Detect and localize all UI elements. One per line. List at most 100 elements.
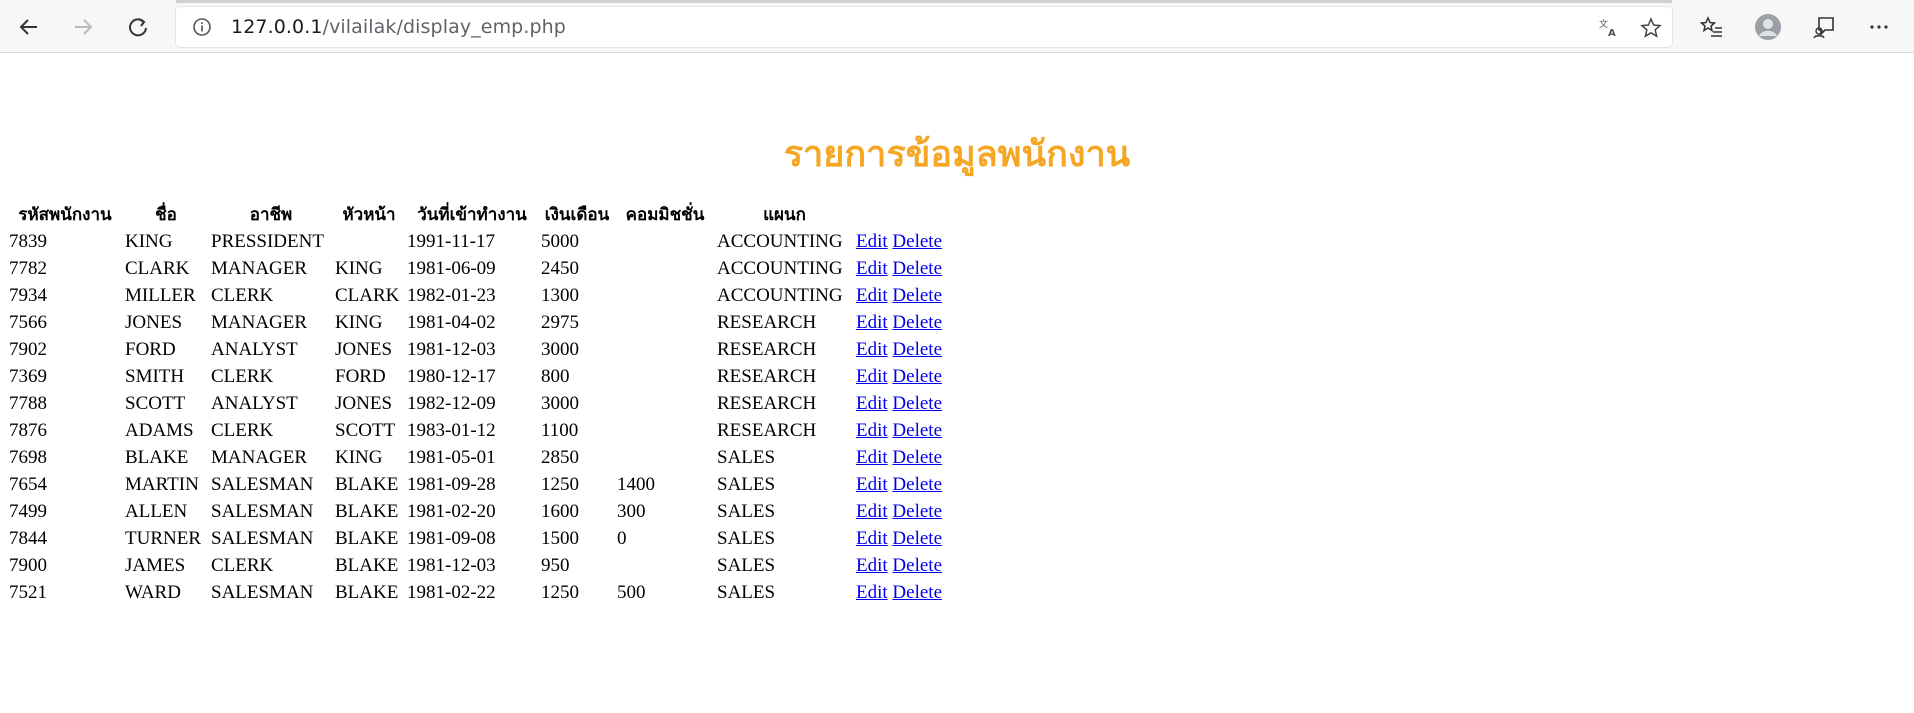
delete-link[interactable]: Delete	[892, 528, 942, 549]
cell-job: SALESMAN	[211, 581, 314, 603]
edit-link[interactable]: Edit	[856, 555, 888, 576]
cell-salary: 2450	[541, 257, 579, 279]
profile-button[interactable]	[1751, 10, 1785, 44]
cell-hire-date: 1981-09-28	[407, 473, 496, 495]
cell-actions: Edit Delete	[855, 390, 943, 417]
cell-commission: 0	[617, 527, 627, 549]
cell-job: CLERK	[211, 419, 274, 441]
cell-salary: 1300	[541, 284, 579, 306]
forward-button[interactable]	[66, 10, 100, 44]
cell-commission	[616, 282, 714, 309]
cell-commission	[616, 552, 714, 579]
delete-link[interactable]: Delete	[892, 312, 942, 333]
cell-commission	[616, 255, 714, 282]
cell-salary: 950	[541, 554, 570, 576]
cell-hire-date: 1981-09-08	[407, 527, 496, 549]
cell-manager: BLAKE	[335, 500, 399, 522]
header-emp-id: รหัสพนักงาน	[18, 205, 112, 225]
edit-link[interactable]: Edit	[856, 231, 888, 252]
more-icon	[1870, 25, 1888, 29]
header-manager: หัวหน้า	[342, 205, 396, 225]
favorites-button[interactable]	[1695, 10, 1729, 44]
edit-link[interactable]: Edit	[856, 366, 888, 387]
cell-job: CLERK	[211, 554, 274, 576]
cell-hire-date: 1981-12-03	[407, 338, 496, 360]
edit-link[interactable]: Edit	[856, 582, 888, 603]
cell-actions: Edit Delete	[855, 525, 943, 552]
header-salary: เงินเดือน	[544, 205, 610, 225]
cell-manager: BLAKE	[335, 527, 399, 549]
table-row: 7788 SCOTT ANALYST JONES 1982-12-09 3000 RESEA…	[8, 390, 943, 417]
edit-link[interactable]: Edit	[856, 393, 888, 414]
url-text[interactable]: 127.0.0.1/vilailak/display_emp.php	[231, 16, 566, 38]
edit-link[interactable]: Edit	[856, 285, 888, 306]
edit-link[interactable]: Edit	[856, 420, 888, 441]
cell-hire-date: 1981-06-09	[407, 257, 496, 279]
cell-salary: 5000	[541, 230, 579, 252]
url-path: /vilailak/display_emp.php	[322, 16, 566, 38]
info-icon[interactable]	[192, 17, 212, 41]
translate-icon[interactable]: 文A	[1596, 15, 1622, 41]
table-row: 7369 SMITH CLERK FORD 1980-12-17 800 RESEARCH E…	[8, 363, 943, 390]
cell-commission	[616, 309, 714, 336]
edit-link[interactable]: Edit	[856, 501, 888, 522]
delete-link[interactable]: Delete	[892, 393, 942, 414]
cell-name: WARD	[125, 581, 181, 603]
cell-actions: Edit Delete	[855, 444, 943, 471]
delete-link[interactable]: Delete	[892, 420, 942, 441]
cell-job: SALESMAN	[211, 527, 314, 549]
edit-link[interactable]: Edit	[856, 258, 888, 279]
back-button[interactable]	[12, 10, 46, 44]
cell-name: SCOTT	[125, 392, 186, 414]
cell-emp-id: 7839	[9, 230, 47, 252]
header-name: ชื่อ	[155, 205, 177, 225]
cell-manager: BLAKE	[335, 554, 399, 576]
cell-actions: Edit Delete	[855, 309, 943, 336]
cell-name: ALLEN	[125, 500, 188, 522]
delete-link[interactable]: Delete	[892, 582, 942, 603]
delete-link[interactable]: Delete	[892, 258, 942, 279]
delete-link[interactable]: Delete	[892, 339, 942, 360]
delete-link[interactable]: Delete	[892, 366, 942, 387]
address-bar[interactable]: 127.0.0.1/vilailak/display_emp.php 文A	[176, 7, 1672, 47]
edit-link[interactable]: Edit	[856, 474, 888, 495]
star-icon[interactable]	[1638, 15, 1664, 41]
delete-link[interactable]: Delete	[892, 285, 942, 306]
cell-salary: 1100	[541, 419, 579, 441]
cell-emp-id: 7788	[9, 392, 47, 414]
table-row: 7698 BLAKE MANAGER KING 1981-05-01 2850 SALES E…	[8, 444, 943, 471]
delete-link[interactable]: Delete	[892, 555, 942, 576]
cell-department: ACCOUNTING	[717, 257, 843, 279]
cell-department: RESEARCH	[717, 338, 817, 360]
table-row: 7782 CLARK MANAGER KING 1981-06-09 2450 ACCOUN…	[8, 255, 943, 282]
table-row: 7499 ALLEN SALESMAN BLAKE 1981-02-20 1600 300 S…	[8, 498, 943, 525]
edit-link[interactable]: Edit	[856, 447, 888, 468]
browser-toolbar: 127.0.0.1/vilailak/display_emp.php 文A	[0, 0, 1914, 53]
feedback-button[interactable]	[1807, 10, 1841, 44]
edit-link[interactable]: Edit	[856, 339, 888, 360]
cell-department: SALES	[717, 554, 776, 576]
cell-department: RESEARCH	[717, 311, 817, 333]
delete-link[interactable]: Delete	[892, 474, 942, 495]
cell-salary: 3000	[541, 338, 579, 360]
cell-actions: Edit Delete	[855, 471, 943, 498]
delete-link[interactable]: Delete	[892, 501, 942, 522]
edit-link[interactable]: Edit	[856, 528, 888, 549]
header-hire-date: วันที่เข้าทำงาน	[417, 205, 527, 225]
cell-emp-id: 7499	[9, 500, 47, 522]
edit-link[interactable]: Edit	[856, 312, 888, 333]
delete-link[interactable]: Delete	[892, 447, 942, 468]
more-button[interactable]	[1862, 10, 1896, 44]
cell-manager: SCOTT	[335, 419, 396, 441]
cell-salary: 2850	[541, 446, 579, 468]
cell-actions: Edit Delete	[855, 336, 943, 363]
cell-name: MARTIN	[125, 473, 199, 495]
page-title: รายการข้อมูลพนักงาน	[783, 134, 1131, 175]
cell-name: SMITH	[125, 365, 185, 387]
cell-actions: Edit Delete	[855, 498, 943, 525]
cell-hire-date: 1981-04-02	[407, 311, 496, 333]
cell-hire-date: 1981-05-01	[407, 446, 496, 468]
delete-link[interactable]: Delete	[892, 231, 942, 252]
refresh-button[interactable]	[121, 10, 155, 44]
cell-department: SALES	[717, 500, 776, 522]
